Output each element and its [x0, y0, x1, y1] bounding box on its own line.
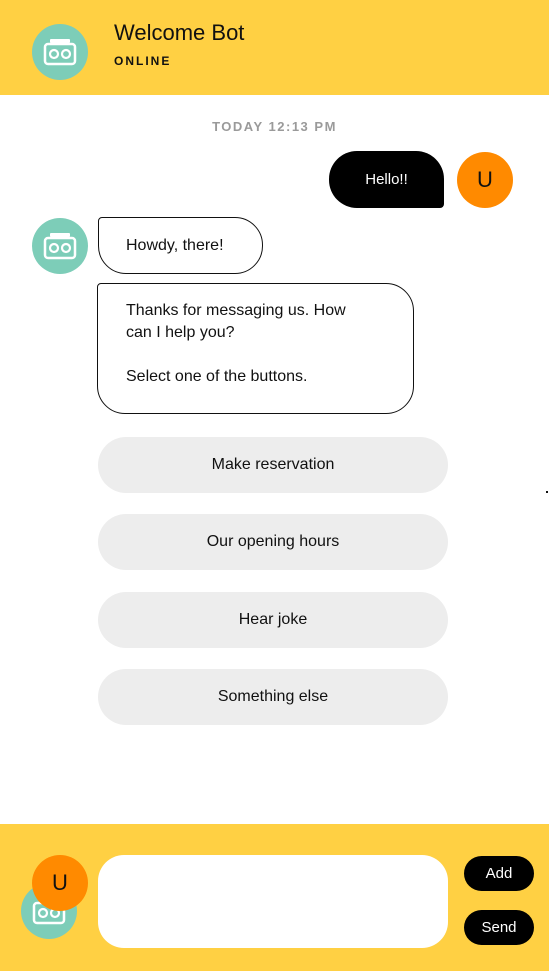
quick-reply-hear-joke[interactable]: Hear joke: [98, 592, 448, 648]
quick-reply-label: Hear joke: [238, 611, 308, 628]
bot-status: ONLINE: [114, 54, 172, 68]
add-button-label: Add: [485, 865, 513, 882]
quick-reply-make-reservation[interactable]: Make reservation: [98, 437, 448, 493]
robot-icon: [43, 233, 77, 260]
bot-avatar: [32, 24, 88, 80]
user-avatar: U: [457, 152, 513, 208]
send-button[interactable]: Send: [464, 910, 534, 945]
quick-reply-opening-hours[interactable]: Our opening hours: [98, 514, 448, 570]
quick-reply-label: Something else: [217, 688, 329, 705]
message-timestamp: TODAY 12:13 PM: [212, 119, 337, 134]
bot-name: Welcome Bot: [114, 20, 245, 45]
bot-message-avatar: [32, 218, 88, 274]
chat-header: Welcome Bot ONLINE: [0, 0, 549, 95]
add-button[interactable]: Add: [464, 856, 534, 891]
user-message-bubble: Hello!!: [329, 151, 444, 208]
stray-dot: [546, 491, 548, 493]
quick-reply-something-else[interactable]: Something else: [98, 669, 448, 725]
robot-icon: [43, 39, 77, 66]
bot-message-bubble: Howdy, there!: [98, 217, 263, 274]
send-button-label: Send: [481, 919, 517, 936]
user-avatar-letter: U: [52, 870, 68, 895]
composer-user-avatar: U: [32, 855, 88, 911]
bot-message-bubble: Thanks for messaging us. How can I help …: [97, 283, 414, 414]
quick-reply-label: Make reservation: [211, 456, 335, 473]
user-avatar-letter: U: [477, 167, 493, 192]
quick-reply-label: Our opening hours: [206, 533, 340, 550]
message-input[interactable]: [98, 855, 448, 948]
user-message-text: Hello!!: [365, 171, 408, 188]
composer-bar: U Add Send: [0, 824, 549, 971]
